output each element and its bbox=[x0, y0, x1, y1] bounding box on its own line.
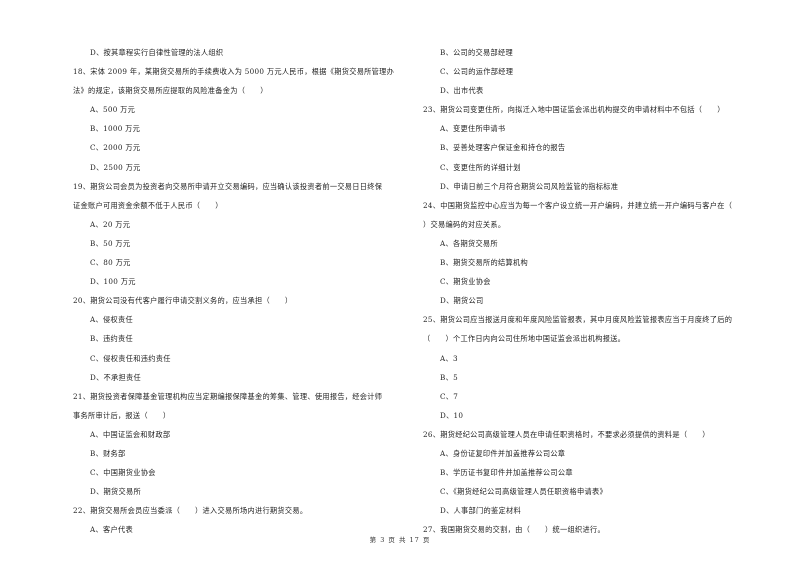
answer-option: D、申请日前三个月符合期货公司风险监管的指标标准 bbox=[440, 181, 619, 191]
answer-option: D、按其章程实行自律性管理的法人组织 bbox=[90, 48, 224, 57]
exam-page: D、按其章程实行自律性管理的法人组织 18、宋体 2009 年，某期货交易所的手续… bbox=[0, 0, 800, 565]
answer-option: D、100 万元 bbox=[90, 277, 136, 287]
answer-option: C、期货业协会 bbox=[440, 277, 491, 287]
answer-option: D、人事部门的鉴定材料 bbox=[440, 506, 521, 516]
answer-option: D、期货公司 bbox=[440, 296, 484, 306]
right-column: B、公司的交易部经理 C、公司的运作部经理 D、出市代表 23、期货公司变更住所，向拟… bbox=[423, 43, 768, 539]
answer-option: B、期货交易所的结算机构 bbox=[440, 258, 528, 268]
answer-option: D、10 bbox=[440, 410, 464, 420]
answer-option: C、《期货经纪公司高级管理人员任职资格申请表》 bbox=[440, 487, 607, 497]
answer-option: A、变更住所申请书 bbox=[440, 124, 506, 134]
question-text-line: 22、期货交易所会员应当委派（ ）进入交易所场内进行期货交易。 bbox=[73, 506, 308, 516]
answer-option: C、80 万元 bbox=[90, 258, 131, 268]
answer-option: A、中国证监会和财政部 bbox=[90, 429, 171, 439]
answer-option: B、1000 万元 bbox=[90, 124, 141, 134]
answer-option: B、妥善处理客户保证金和持仓的报告 bbox=[440, 143, 566, 153]
answer-option: D、出市代表 bbox=[440, 86, 484, 96]
question-text-line: 事务所审计后，报送（ ） bbox=[73, 410, 171, 420]
answer-option: A、侵权责任 bbox=[90, 315, 133, 325]
answer-option: B、公司的交易部经理 bbox=[440, 48, 513, 57]
question-text-line: 26、期货经纪公司高级管理人员在申请任职资格时，不要求必须提供的资料是（ ） bbox=[423, 429, 710, 439]
question-text-line: 法》的规定，该期货交易所应提取的风险准备金为（ ） bbox=[73, 86, 268, 96]
answer-option: D、期货交易所 bbox=[90, 487, 141, 497]
question-text-line: 24、中国期货监控中心应当为每一个客户设立统一开户编码，并建立统一开户编码与客户… bbox=[423, 200, 733, 210]
answer-option: D、不承担责任 bbox=[90, 372, 141, 382]
question-text-line: 19、期货公司会员为投资者向交易所申请开立交易编码，应当确认该投资者前一交易日日… bbox=[73, 181, 383, 191]
answer-option: D、2500 万元 bbox=[90, 162, 141, 172]
question-text-line: 证金账户可用资金余额不低于人民币（ ） bbox=[73, 200, 223, 210]
answer-option: A、3 bbox=[440, 353, 458, 363]
answer-option: B、违约责任 bbox=[90, 334, 134, 344]
answer-option: A、20 万元 bbox=[90, 219, 131, 229]
answer-option: C、变更住所的详细计划 bbox=[440, 162, 521, 172]
question-text-line: 23、期货公司变更住所，向拟迁入地中国证监会派出机构提交的申请材料中不包括（ ） bbox=[423, 105, 725, 115]
question-text-line: 25、期货公司应当报送月度和年度风险监管报表，其中月度风险监管报表应当于月度终了… bbox=[423, 315, 733, 325]
answer-option: A、各期货交易所 bbox=[440, 238, 498, 248]
answer-option: B、5 bbox=[440, 372, 458, 382]
question-text-line: 18、宋体 2009 年，某期货交易所的手续费收入为 5000 万元人民币，根据… bbox=[73, 67, 395, 77]
question-text-line: 21、期货投资者保障基金管理机构应当定期编报保障基金的筹集、管理、使用报告，经会… bbox=[73, 391, 383, 401]
answer-option: C、2000 万元 bbox=[90, 143, 141, 153]
answer-option: C、7 bbox=[440, 391, 459, 401]
answer-option: A、身份证复印件并加盖推荐公司公章 bbox=[440, 448, 566, 458]
question-text-line: 20、期货公司没有代客户履行申请交割义务的，应当承担（ ） bbox=[73, 296, 293, 306]
answer-option: B、财务部 bbox=[90, 448, 126, 458]
left-column: D、按其章程实行自律性管理的法人组织 18、宋体 2009 年，某期货交易所的手续… bbox=[73, 43, 418, 539]
answer-option: C、公司的运作部经理 bbox=[440, 67, 514, 77]
question-text-line: ）交易编码的对应关系。 bbox=[423, 219, 506, 229]
answer-option: C、侵权责任和违约责任 bbox=[90, 353, 171, 363]
answer-option: B、学历证书复印件并加盖推荐公司公章 bbox=[440, 468, 573, 478]
question-text-line: （ ）个工作日内向公司住所地中国证监会派出机构报送。 bbox=[423, 334, 626, 344]
page-number-footer: 第 3 页 共 17 页 bbox=[369, 536, 431, 544]
answer-option: A、500 万元 bbox=[90, 105, 136, 115]
answer-option: C、中国期货业协会 bbox=[90, 468, 156, 478]
answer-option: B、50 万元 bbox=[90, 238, 131, 248]
